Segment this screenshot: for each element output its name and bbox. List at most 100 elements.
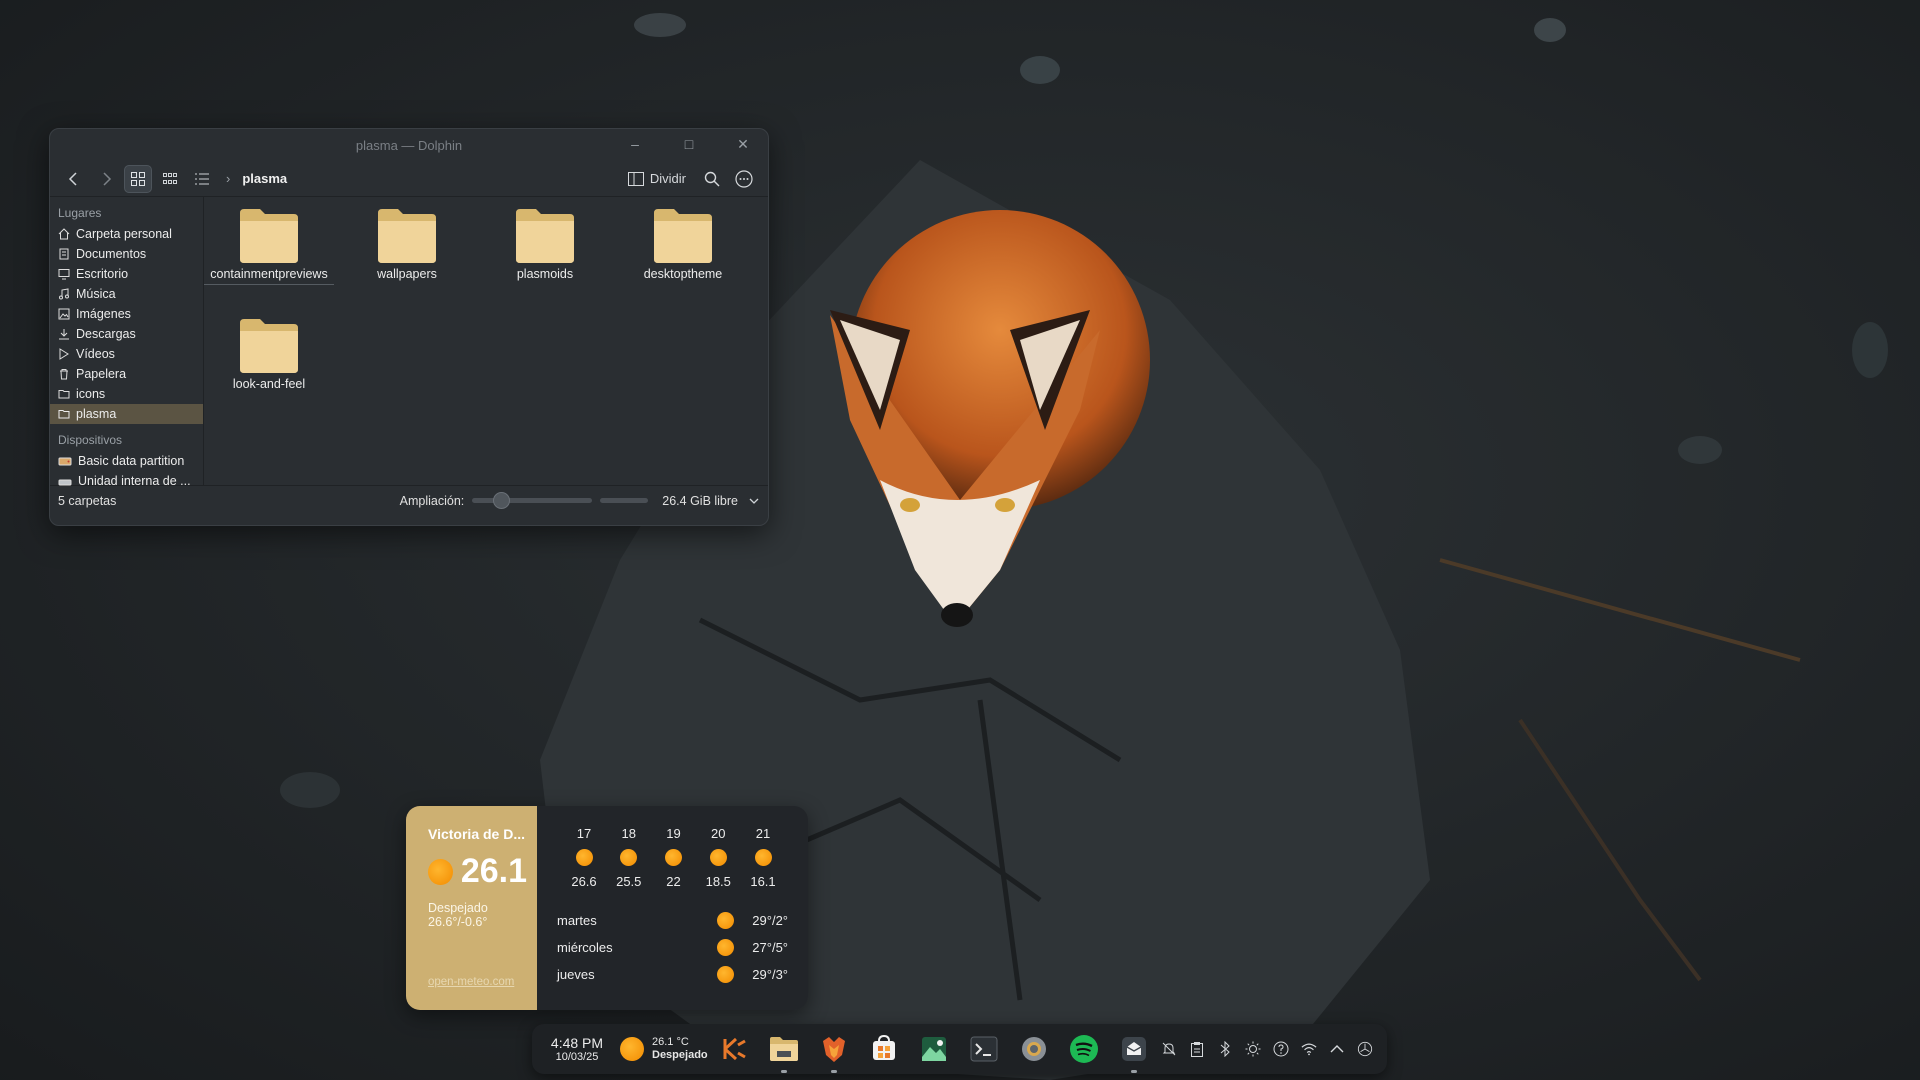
- folder-icon: [378, 209, 436, 263]
- sidebar-item-label: Unidad interna de ...: [78, 474, 191, 488]
- document-icon: [59, 248, 69, 260]
- taskbar-weather-condition: Despejado: [652, 1049, 708, 1061]
- minimize-button[interactable]: –: [618, 137, 652, 151]
- sidebar-item-label: Música: [76, 287, 116, 301]
- power-icon[interactable]: [1357, 1041, 1373, 1057]
- sidebar-item-pictures[interactable]: Imágenes: [50, 304, 203, 324]
- split-view-label: Dividir: [649, 171, 686, 186]
- folder-icon: [516, 209, 574, 263]
- video-icon: [59, 348, 69, 360]
- sidebar-item-music[interactable]: Música: [50, 284, 203, 304]
- folder-item-look-and-feel[interactable]: look-and-feel: [204, 317, 334, 392]
- sidebar-item-label: plasma: [76, 407, 117, 421]
- discover-task-button[interactable]: [868, 1033, 900, 1065]
- sidebar-item-home[interactable]: Carpeta personal: [50, 224, 203, 244]
- kde-app-menu-button[interactable]: [718, 1033, 750, 1065]
- sidebar-item-plasma[interactable]: plasma: [50, 404, 203, 424]
- discover-store-icon: [872, 1035, 895, 1060]
- bluetooth-icon[interactable]: [1217, 1041, 1233, 1057]
- taskbar: 4:48 PM 10/03/25 26.1 °C Despejado: [532, 1024, 1387, 1074]
- back-button[interactable]: [60, 165, 88, 193]
- chevron-down-icon[interactable]: [748, 495, 760, 507]
- more-options-icon: [735, 169, 753, 188]
- sun-icon: [754, 849, 772, 866]
- sidebar-item-downloads[interactable]: Descargas: [50, 324, 203, 344]
- mail-task-button[interactable]: [1118, 1033, 1150, 1073]
- sidebar-item-label: Carpeta personal: [76, 227, 172, 241]
- home-icon: [58, 228, 70, 240]
- expand-tray-icon[interactable]: [1329, 1041, 1345, 1057]
- forward-button[interactable]: [92, 165, 120, 193]
- day-name: jueves: [557, 967, 595, 982]
- split-view-button[interactable]: Dividir: [620, 165, 694, 193]
- weather-forecast-panel: 17 26.6 18 25.5 19 22 20 18.5 21 16.1 martes 2…: [537, 806, 808, 1010]
- maximize-button[interactable]: □: [672, 137, 706, 151]
- compact-view-button[interactable]: [156, 165, 184, 193]
- sidebar-item-icons[interactable]: icons: [50, 384, 203, 404]
- folder-item-desktoptheme[interactable]: desktoptheme: [618, 207, 748, 282]
- hour-temp: 16.1: [750, 874, 776, 889]
- dolphin-window: plasma — Dolphin – □ ✕ › plasma Dividir: [49, 128, 769, 526]
- notifications-icon[interactable]: [1161, 1041, 1177, 1057]
- sidebar-item-label: Basic data partition: [78, 454, 185, 468]
- hourly-forecast: 17 26.6 18 25.5 19 22 20 18.5 21 16.1: [557, 826, 788, 889]
- terminal-task-button[interactable]: [968, 1033, 1000, 1065]
- wifi-icon[interactable]: [1301, 1041, 1317, 1057]
- toolbar: › plasma Dividir: [50, 161, 768, 197]
- folder-item-plasmoids[interactable]: plasmoids: [480, 207, 610, 282]
- sidebar-item-videos[interactable]: Vídeos: [50, 344, 203, 364]
- hour-label: 19: [666, 826, 681, 841]
- daily-forecast: martes 29°/2° miércoles 27°/5° jueves 29°/3…: [557, 907, 788, 988]
- search-button[interactable]: [698, 165, 726, 193]
- sidebar-item-trash[interactable]: Papelera: [50, 364, 203, 384]
- more-menu-button[interactable]: [730, 165, 758, 193]
- free-space-bar: [600, 498, 649, 503]
- mail-client-icon: [1121, 1037, 1146, 1061]
- clipboard-icon[interactable]: [1189, 1041, 1205, 1057]
- firefox-icon: [822, 1037, 845, 1062]
- sidebar-item-label: Imágenes: [76, 307, 131, 321]
- sidebar-item-label: Documentos: [76, 247, 147, 261]
- sidebar-item-documents[interactable]: Documentos: [50, 244, 203, 264]
- zoom-slider-handle[interactable]: [492, 492, 510, 509]
- settings-task-button[interactable]: [1018, 1033, 1050, 1065]
- clock[interactable]: 4:48 PM 10/03/25: [546, 1035, 608, 1063]
- zoom-slider[interactable]: [472, 492, 593, 509]
- firefox-task-button[interactable]: [818, 1033, 850, 1073]
- taskbar-weather[interactable]: 26.1 °C Despejado: [620, 1036, 708, 1062]
- sidebar-item-label: Papelera: [76, 367, 127, 381]
- image-viewer-task-button[interactable]: [918, 1033, 950, 1065]
- music-icon: [59, 288, 69, 300]
- details-view-button[interactable]: [188, 165, 216, 193]
- folder-item-wallpapers[interactable]: wallpapers: [342, 207, 472, 282]
- spotify-icon: [1069, 1035, 1098, 1063]
- folder-icon: [240, 209, 298, 263]
- help-icon[interactable]: [1273, 1041, 1289, 1057]
- brightness-icon[interactable]: [1245, 1041, 1261, 1057]
- sidebar-item-basic-partition[interactable]: Basic data partition: [50, 451, 203, 471]
- sun-icon: [717, 966, 734, 983]
- sun-icon: [620, 1037, 644, 1061]
- spotify-task-button[interactable]: [1068, 1033, 1100, 1065]
- sun-icon: [575, 849, 593, 866]
- sidebar-item-internal-drive[interactable]: Unidad interna de ...: [50, 471, 203, 491]
- weather-widget[interactable]: Victoria de D... 26.1 Despejado 26.6°/-0…: [406, 806, 808, 1010]
- sidebar-item-label: Escritorio: [76, 267, 129, 281]
- window-titlebar[interactable]: plasma — Dolphin – □ ✕: [50, 129, 768, 161]
- icons-view-button[interactable]: [124, 164, 152, 193]
- grid-view-icon: [131, 171, 145, 186]
- day-forecast: jueves 29°/3°: [557, 961, 788, 988]
- folder-label: plasmoids: [516, 267, 574, 281]
- breadcrumb-current[interactable]: plasma: [242, 171, 287, 186]
- folder-icon: [58, 390, 70, 399]
- sidebar-item-label: icons: [76, 387, 106, 401]
- day-forecast: martes 29°/2°: [557, 907, 788, 934]
- sidebar-item-desktop[interactable]: Escritorio: [50, 264, 203, 284]
- close-button[interactable]: ✕: [726, 137, 760, 151]
- folder-icon: [58, 410, 70, 419]
- hour-label: 17: [576, 826, 592, 841]
- weather-source-link[interactable]: open-meteo.com: [428, 976, 514, 988]
- folder-label: desktoptheme: [643, 267, 723, 281]
- folder-item-containmentpreviews[interactable]: containmentpreviews: [204, 207, 334, 285]
- dolphin-task-button[interactable]: [768, 1033, 800, 1073]
